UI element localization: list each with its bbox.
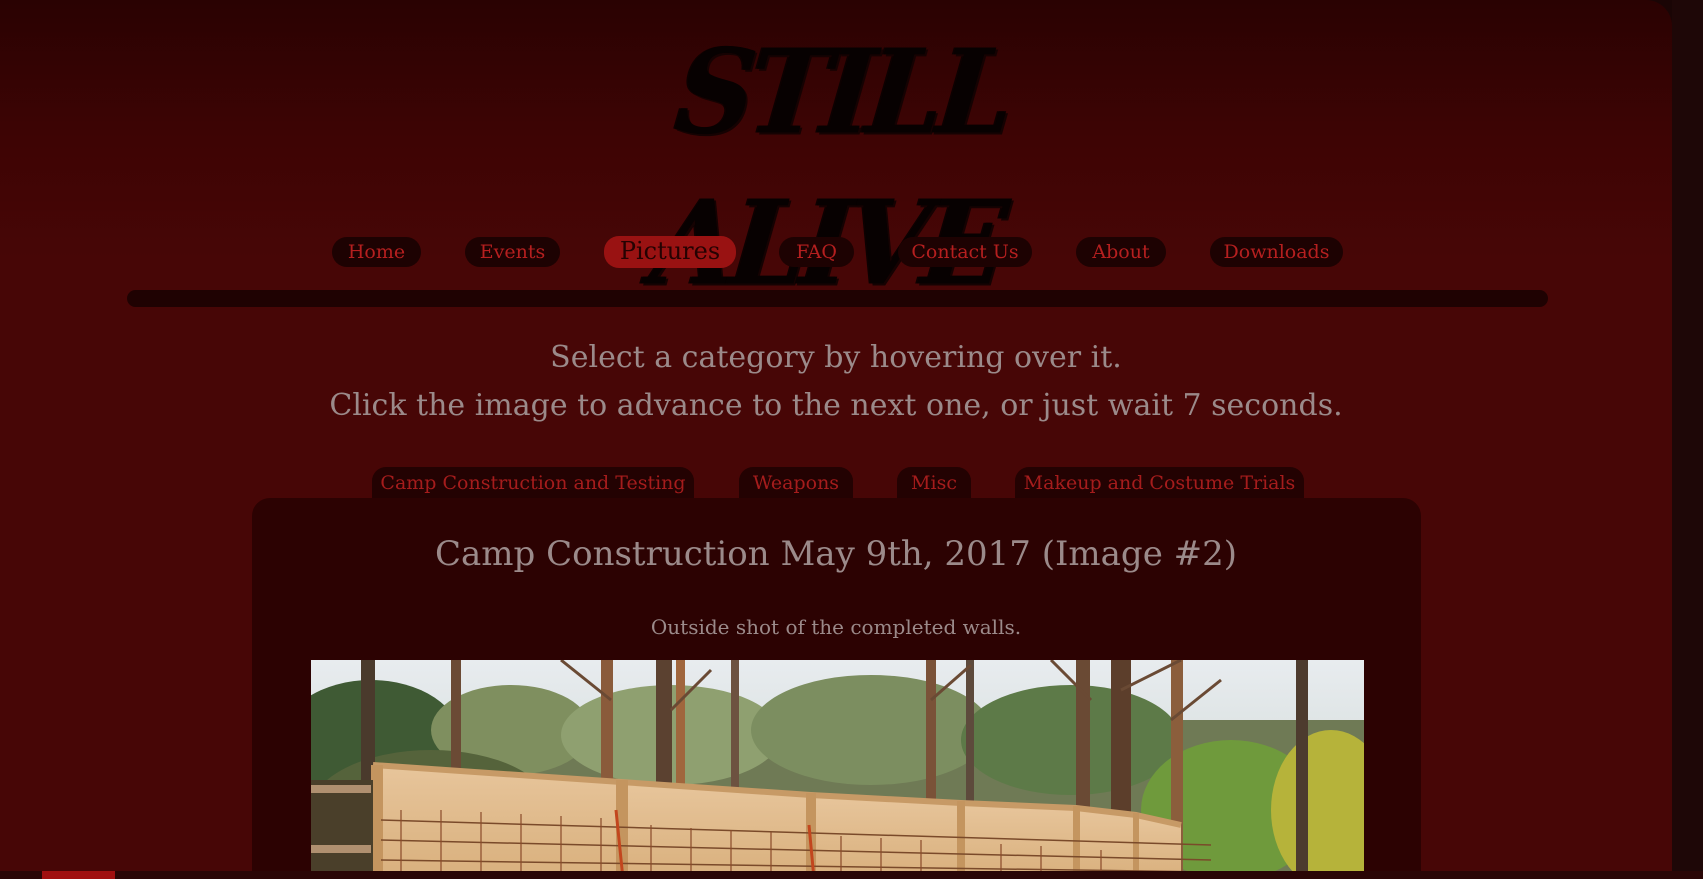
category-tab-weapons[interactable]: Weapons	[739, 467, 853, 499]
logo-text: STILL ALIVE	[647, 24, 1016, 311]
nav-home[interactable]: Home	[332, 237, 421, 267]
nav-events[interactable]: Events	[465, 237, 560, 267]
nav-faq[interactable]: FAQ	[779, 237, 854, 267]
nav-downloads[interactable]: Downloads	[1210, 237, 1343, 267]
instructions-line-2: Click the image to advance to the next o…	[329, 388, 1343, 423]
category-tab-camp-construction[interactable]: Camp Construction and Testing	[372, 467, 694, 499]
gallery-photo[interactable]	[311, 660, 1364, 879]
category-tab-makeup-costume[interactable]: Makeup and Costume Trials	[1015, 467, 1304, 499]
page-gutter	[1672, 0, 1703, 879]
main-nav: Home Events Pictures FAQ Contact Us Abou…	[0, 236, 1672, 268]
gallery-title: Camp Construction May 9th, 2017 (Image #…	[434, 534, 1238, 574]
nav-about[interactable]: About	[1076, 237, 1166, 267]
page: STILL ALIVE Home Events Pictures FAQ Con…	[0, 0, 1672, 879]
bottom-bar	[0, 871, 1703, 879]
gallery-photo-image	[311, 660, 1364, 879]
nav-pictures[interactable]: Pictures	[604, 236, 736, 268]
category-tab-misc[interactable]: Misc	[897, 467, 971, 499]
instructions: Select a category by hovering over it. C…	[0, 334, 1672, 430]
bottom-bar-indicator	[42, 871, 115, 879]
gallery-caption: Outside shot of the completed walls.	[650, 615, 1022, 639]
site-logo[interactable]: STILL ALIVE	[575, 18, 1095, 311]
nav-contact-us[interactable]: Contact Us	[898, 237, 1032, 267]
nav-divider	[127, 290, 1548, 307]
instructions-line-1: Select a category by hovering over it.	[550, 340, 1122, 375]
